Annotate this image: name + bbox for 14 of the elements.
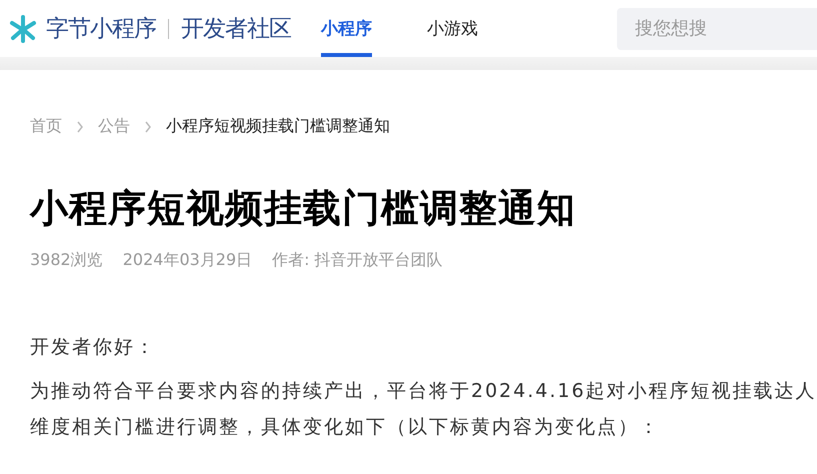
view-count: 3982浏览 [30, 250, 103, 271]
nav-tab[interactable]: 小游戏 [427, 0, 478, 57]
body-paragraph: 开发者你好： [30, 335, 157, 360]
logo-text[interactable]: 字节小程序 [46, 13, 156, 44]
article-title: 小程序短视频挂载门槛调整通知 [30, 185, 577, 232]
chevron-icon [144, 120, 152, 132]
author-text: 作者: 抖音开放平台团队 [272, 250, 443, 271]
body-paragraph: 为推动符合平台要求内容的持续产出，平台将于2024.4.16起对小程序短视挂载达人维度相关门槛进行调整，具体变化如下（以下标黄内容为变化点）： [30, 379, 817, 440]
breadcrumb-link[interactable]: 小程序短视频挂载门槛调整通知 [166, 116, 390, 137]
publish-date: 2024年03月29日 [122, 250, 252, 271]
site-title[interactable]: 开发者社区 [181, 13, 291, 44]
search-field[interactable]: 搜您想搜 [617, 8, 817, 50]
chevron-icon [76, 120, 84, 132]
logo-icon [8, 14, 38, 44]
